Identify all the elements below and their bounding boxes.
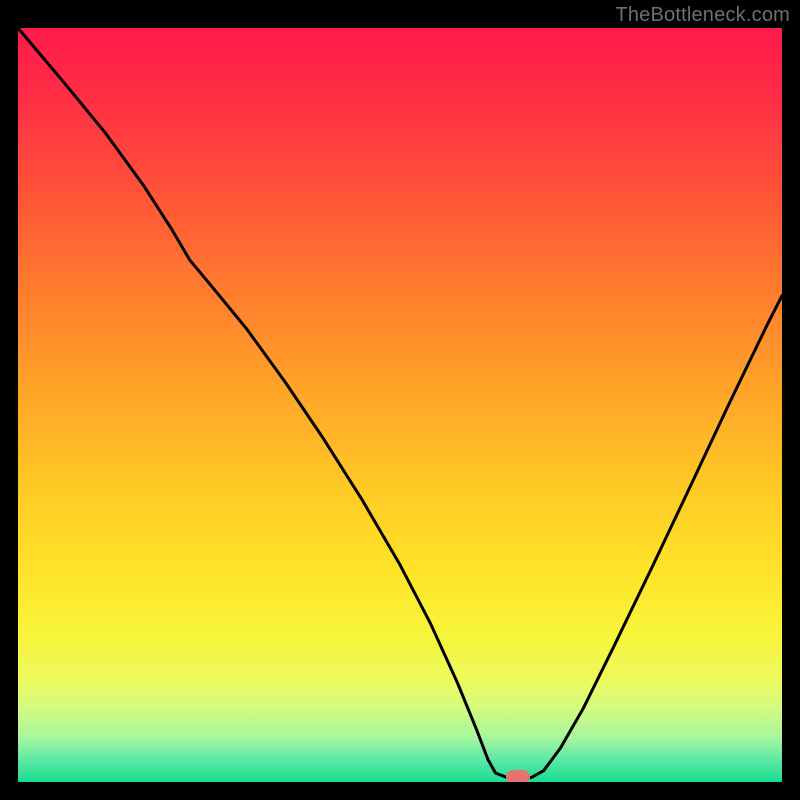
gradient-background [18, 28, 782, 782]
watermark-text: TheBottleneck.com [615, 4, 790, 27]
plot-area [18, 28, 782, 782]
chart-frame: TheBottleneck.com [0, 0, 800, 800]
chart-svg [18, 28, 782, 782]
optimum-marker [506, 770, 530, 782]
